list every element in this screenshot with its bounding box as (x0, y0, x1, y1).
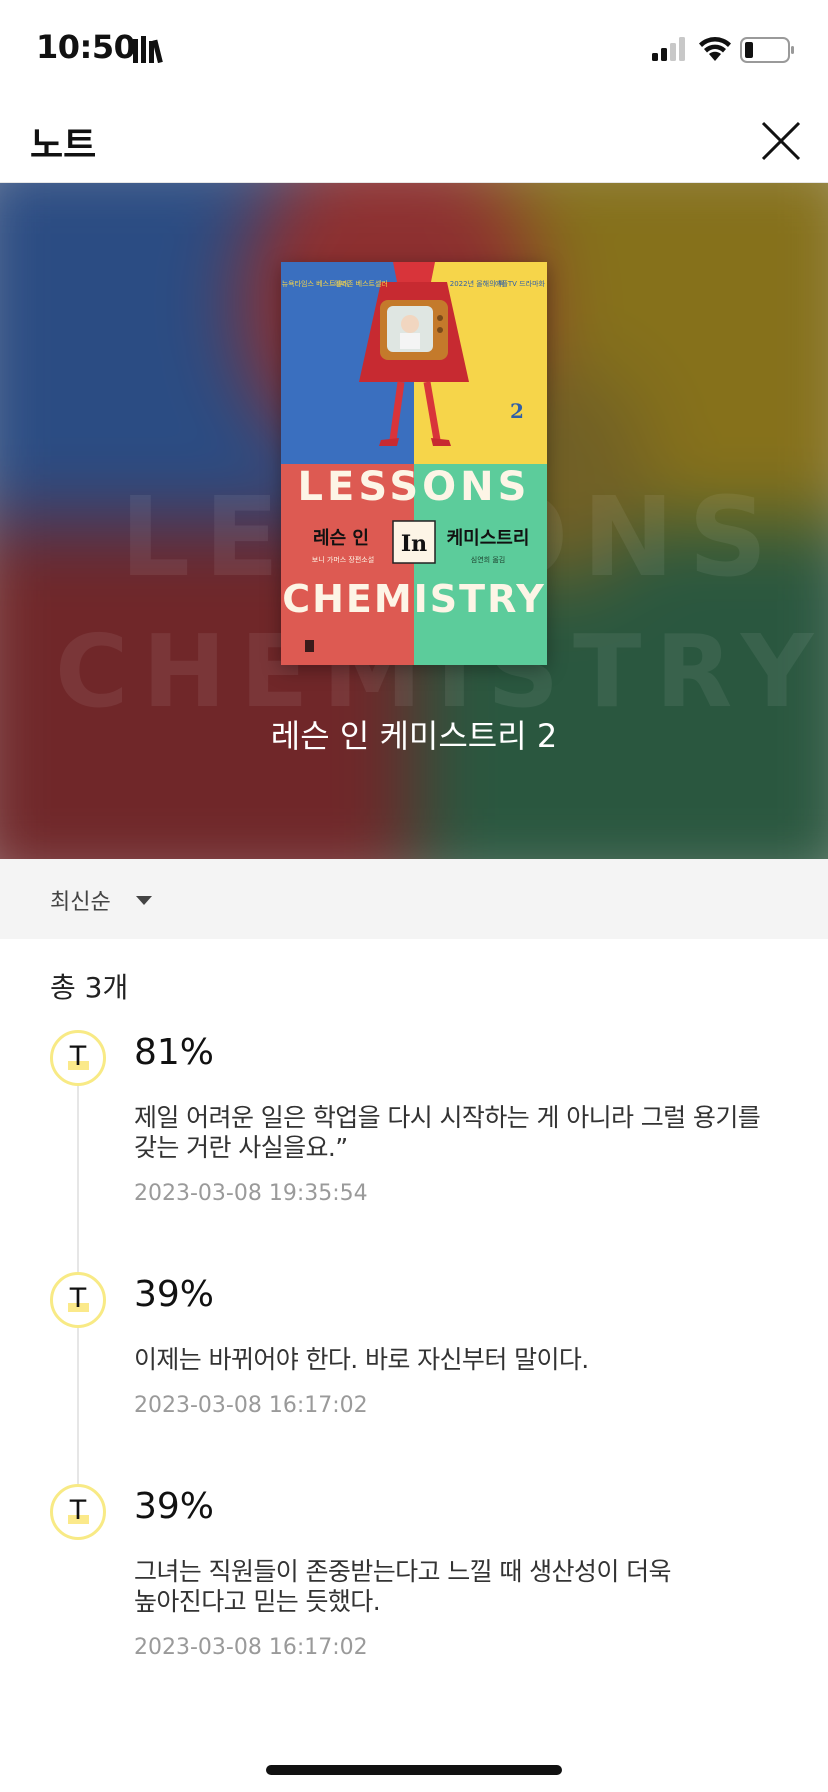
cover-title-in: In (401, 531, 427, 557)
caret-down-icon[interactable] (135, 895, 153, 906)
cover-title-en-1: LESSONS (298, 464, 531, 510)
note-progress-percent: 81% (134, 1032, 215, 1073)
note-progress-percent: 39% (134, 1274, 215, 1315)
header-bar: 노트 (0, 100, 828, 183)
cover-volume: 2 (510, 399, 524, 423)
highlight-note-icon: T (50, 1484, 106, 1540)
page-title: 노트 (30, 125, 97, 166)
cover-author: 보니 가머스 장편소설 (312, 555, 374, 564)
note-item[interactable]: T 39% 그녀는 직원들이 존중받는다고 느낄 때 생산성이 더욱 높아진다고… (0, 1482, 828, 1682)
sort-bar[interactable]: 최신순 (0, 859, 828, 939)
status-bar: 10:50 (0, 0, 828, 100)
note-progress-percent: 39% (134, 1486, 215, 1527)
book-hero: LESSONS CHEMISTRY 뉴욕타임스 베스트셀러 아마존 베스트셀러 … (0, 183, 828, 859)
library-icon (133, 36, 163, 63)
highlight-note-icon: T (50, 1272, 106, 1328)
cover-title-en-2: CHEMISTRY (282, 577, 546, 621)
home-indicator[interactable] (266, 1765, 562, 1775)
battery-icon (740, 37, 794, 63)
note-item[interactable]: T 39% 이제는 바뀌어야 한다. 바로 자신부터 말이다. 2023-03-… (0, 1270, 828, 1440)
cover-badge-4: 애플TV 드라마화 (495, 279, 545, 288)
highlight-note-icon: T (50, 1030, 106, 1086)
note-text-line-2: 갖는 거란 사실을요.” (134, 1133, 348, 1162)
status-time: 10:50 (36, 28, 136, 66)
close-icon[interactable] (756, 116, 806, 166)
note-text-line-1: 이제는 바뀌어야 한다. 바로 자신부터 말이다. (134, 1345, 589, 1374)
notes-total-count: 총 3개 (50, 971, 129, 1004)
note-item[interactable]: T 81% 제일 어려운 일은 학업을 다시 시작하는 게 아니라 그럴 용기를… (0, 1028, 828, 1228)
note-date: 2023-03-08 16:17:02 (134, 1635, 368, 1660)
wifi-icon (699, 37, 731, 61)
cover-title-ko-left: 레슨 인 (313, 528, 369, 549)
cover-title-ko-right: 케미스트리 (447, 528, 530, 549)
sort-dropdown-label[interactable]: 최신순 (50, 884, 111, 916)
cover-translator: 심연희 옮김 (471, 555, 505, 564)
note-text-line-2: 높아진다고 믿는 듯했다. (134, 1587, 381, 1616)
book-title: 레슨 인 케미스트리 2 (270, 717, 558, 755)
book-cover[interactable]: 뉴욕타임스 베스트셀러 아마존 베스트셀러 2022년 올해의 책 애플TV 드… (281, 262, 547, 665)
cellular-signal-icon (652, 37, 685, 61)
cover-badge-2: 아마존 베스트셀러 (334, 279, 388, 288)
note-text-line-1: 제일 어려운 일은 학업을 다시 시작하는 게 아니라 그럴 용기를 (134, 1103, 761, 1132)
note-date: 2023-03-08 16:17:02 (134, 1393, 368, 1418)
note-date: 2023-03-08 19:35:54 (134, 1181, 368, 1206)
note-text-line-1: 그녀는 직원들이 존중받는다고 느낄 때 생산성이 더욱 (134, 1557, 671, 1586)
